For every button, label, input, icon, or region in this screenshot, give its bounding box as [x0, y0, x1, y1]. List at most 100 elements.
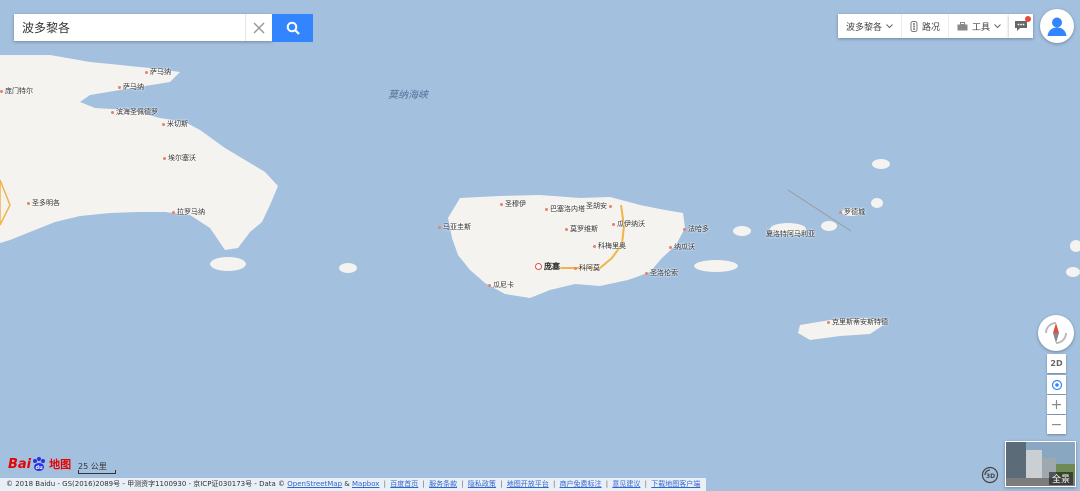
- place-dot: [593, 244, 596, 248]
- scale-bar: [78, 470, 116, 474]
- top-toolbar: 波多黎各 路况 工具: [838, 14, 1010, 38]
- place-dot: [839, 210, 842, 214]
- footer-link-open-platform[interactable]: 地图开放平台: [507, 480, 549, 488]
- place-label[interactable]: 埃尔塞沃: [163, 154, 196, 163]
- panorama-button[interactable]: 全景: [1005, 441, 1076, 487]
- footer-link-feedback[interactable]: 意见建议: [612, 480, 640, 488]
- island-st-john: [821, 221, 837, 231]
- 3d-toggle-button[interactable]: 3D: [981, 466, 999, 484]
- message-button[interactable]: [1009, 14, 1033, 38]
- place-dot: [500, 202, 503, 206]
- footer-separator: |: [422, 480, 425, 488]
- place-dot: [609, 204, 612, 208]
- place-label[interactable]: 庞门特尔: [0, 87, 33, 96]
- place-label[interactable]: 米切斯: [162, 120, 188, 129]
- close-icon: [253, 21, 265, 34]
- place-dot: [612, 222, 615, 226]
- locate-icon: [1051, 379, 1062, 390]
- footer-link-home[interactable]: 百度首页: [390, 480, 418, 488]
- place-dot: [172, 210, 175, 214]
- 2d-label: 2D: [1050, 359, 1063, 368]
- footer-link-merchant[interactable]: 商户免费标注: [560, 480, 602, 488]
- footer-separator: |: [500, 480, 503, 488]
- place-label[interactable]: 滨海圣佩德罗: [111, 108, 158, 117]
- footer-separator: |: [605, 480, 609, 488]
- place-label[interactable]: 科阿莫: [574, 264, 600, 273]
- search-button[interactable]: [272, 14, 313, 42]
- place-label[interactable]: 克里斯蒂安斯特德: [827, 318, 888, 327]
- notification-dot: [1025, 16, 1031, 22]
- traffic-button[interactable]: 路况: [902, 14, 950, 38]
- search-icon: [286, 21, 300, 35]
- footer-link-mapbox[interactable]: Mapbox: [352, 480, 379, 488]
- place-dot: [565, 227, 568, 231]
- place-dot: [488, 283, 491, 287]
- 2d-toggle-button[interactable]: 2D: [1047, 354, 1066, 373]
- place-label[interactable]: 马亚圭斯: [438, 223, 471, 232]
- place-label[interactable]: 莫罗维斯: [565, 225, 598, 234]
- place-label[interactable]: 萨马纳: [118, 83, 144, 92]
- place-label[interactable]: 科梅里奥: [593, 242, 626, 251]
- place-dot: [683, 227, 686, 231]
- island-saba: [1066, 267, 1080, 277]
- place-dot: [827, 320, 830, 324]
- place-label[interactable]: 萨马纳: [145, 68, 171, 77]
- place-label[interactable]: 瓜尼卡: [488, 281, 514, 290]
- footer-bar: © 2018 Baidu - GS(2016)2089号 - 甲测资字11009…: [0, 478, 707, 491]
- place-label[interactable]: 圣穆伊: [500, 200, 526, 209]
- svg-text:3D: 3D: [986, 473, 995, 480]
- locate-button[interactable]: [1047, 375, 1066, 394]
- footer-copyright: © 2018 Baidu - GS(2016)2089号 - 甲测资字11009…: [6, 480, 286, 488]
- footer-link-download[interactable]: 下载地图客户端: [651, 480, 700, 488]
- map-canvas[interactable]: 莫纳海峡 萨马纳 萨马纳 庞门特尔 滨海圣佩德罗 米切斯 埃尔塞沃 圣多明各 拉…: [0, 0, 1080, 491]
- user-avatar-button[interactable]: [1040, 9, 1074, 43]
- logo-text-map: 地图: [49, 458, 72, 471]
- footer-link-privacy[interactable]: 隐私政策: [468, 480, 496, 488]
- city-selector[interactable]: 波多黎各: [838, 14, 903, 38]
- place-label[interactable]: 纳瓜沃: [669, 243, 695, 252]
- footer-link-osm[interactable]: OpenStreetMap: [287, 480, 342, 488]
- place-dot: [645, 271, 648, 275]
- island-anegada: [872, 159, 890, 169]
- city-selector-label: 波多黎各: [846, 22, 883, 33]
- island-culebra: [733, 226, 751, 236]
- compass-button[interactable]: [1038, 315, 1074, 351]
- zoom-in-button[interactable]: +: [1047, 395, 1066, 414]
- place-dot: [669, 245, 672, 249]
- place-label[interactable]: 瓜伊纳沃: [612, 220, 645, 229]
- place-label[interactable]: 罗德城: [839, 208, 865, 217]
- chevron-down-icon: [886, 23, 893, 28]
- clear-search-button[interactable]: [245, 14, 272, 41]
- 3d-rotate-icon: 3D: [981, 466, 999, 484]
- chevron-down-icon: [994, 23, 1001, 28]
- place-label-major[interactable]: 庞塞: [535, 262, 560, 271]
- zoom-out-button[interactable]: −: [1047, 415, 1066, 434]
- toolbox-icon: [957, 21, 968, 30]
- search-input[interactable]: [14, 15, 245, 40]
- island-mona: [210, 257, 246, 271]
- place-dot: [163, 156, 166, 160]
- compass-icon: [1045, 322, 1067, 344]
- panorama-label: 全景: [1048, 472, 1073, 485]
- place-label[interactable]: 法哈多: [683, 225, 709, 234]
- place-dot: [27, 201, 30, 205]
- place-label[interactable]: 夏洛特阿马利亚: [766, 230, 815, 239]
- traffic-label: 路况: [922, 22, 941, 33]
- paw-icon: du: [33, 457, 46, 471]
- strait-label: 莫纳海峡: [388, 90, 428, 101]
- footer-separator: |: [552, 480, 556, 488]
- message-icon: [1015, 21, 1027, 31]
- place-dot: [438, 225, 441, 229]
- place-label[interactable]: 圣多明各: [27, 199, 60, 208]
- place-label[interactable]: 圣洛伦索: [645, 269, 678, 278]
- footer-separator: |: [644, 480, 647, 488]
- baidu-logo: Bai du 地图: [8, 456, 71, 472]
- zoom-out-label: −: [1050, 416, 1063, 433]
- place-label[interactable]: 圣胡安: [586, 202, 614, 211]
- tools-menu[interactable]: 工具: [949, 14, 1009, 38]
- footer-link-terms[interactable]: 服务条款: [429, 480, 457, 488]
- place-label[interactable]: 拉罗马纳: [172, 208, 205, 217]
- place-label[interactable]: 巴塞洛内塔: [545, 205, 585, 214]
- place-dot: [0, 89, 3, 93]
- user-icon: [1047, 17, 1067, 36]
